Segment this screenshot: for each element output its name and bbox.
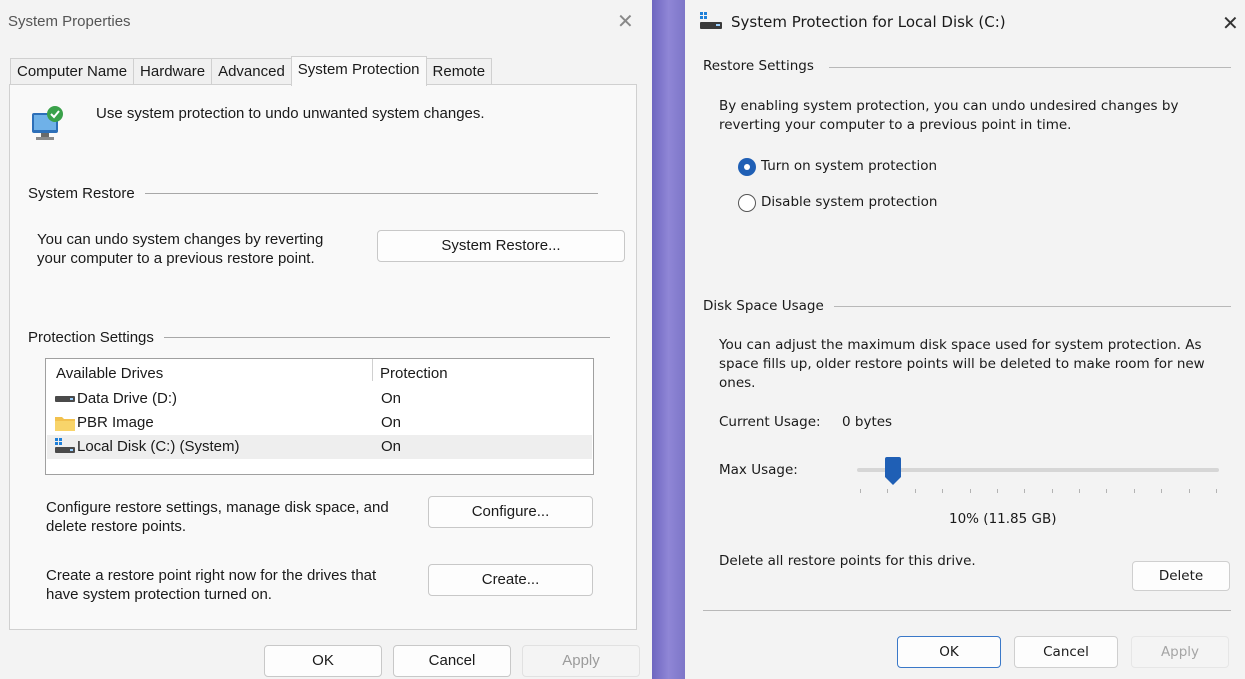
slider-tick xyxy=(1051,489,1053,493)
system-protection-drive-window: System Protection for Local Disk (C:) ✕ … xyxy=(685,0,1245,679)
max-usage-slider-track[interactable] xyxy=(857,468,1219,472)
cancel-button[interactable]: Cancel xyxy=(1014,636,1118,668)
slider-tick xyxy=(1024,489,1026,493)
column-divider xyxy=(372,359,373,381)
column-header-protection[interactable]: Protection xyxy=(380,365,448,382)
max-usage-value: 10% (11.85 GB) xyxy=(949,511,1057,527)
radio-label-disable[interactable]: Disable system protection xyxy=(761,193,937,212)
window-title: System Protection for Local Disk (C:) xyxy=(731,13,1006,31)
slider-tick xyxy=(887,489,889,493)
tab-hardware[interactable]: Hardware xyxy=(133,58,213,85)
drive-protection-status: On xyxy=(381,414,402,431)
tab-advanced[interactable]: Advanced xyxy=(211,58,292,85)
slider-tick xyxy=(1188,489,1190,493)
radio-disable-protection[interactable] xyxy=(738,194,756,212)
drive-protection-status: On xyxy=(381,390,402,407)
tab-remote[interactable]: Remote xyxy=(425,58,493,85)
slider-tick xyxy=(969,489,971,493)
system-restore-group-header: System Restore xyxy=(28,185,598,202)
apply-button[interactable]: Apply xyxy=(1131,636,1229,668)
drive-icon xyxy=(55,396,75,402)
disk-usage-description: You can adjust the maximum disk space us… xyxy=(719,337,1205,391)
drive-row[interactable]: PBR Image On xyxy=(47,411,592,435)
slider-tick xyxy=(1133,489,1135,493)
tab-bar: Computer Name Hardware Advanced System P… xyxy=(10,56,493,86)
slider-tick xyxy=(914,489,916,493)
system-restore-group-label: System Restore xyxy=(28,185,145,202)
group-divider xyxy=(829,67,1231,68)
radio-turn-on-protection[interactable] xyxy=(738,158,756,176)
system-restore-button[interactable]: System Restore... xyxy=(377,230,625,262)
slider-tick xyxy=(1161,489,1163,493)
restore-settings-group-label: Restore Settings xyxy=(703,58,814,74)
max-usage-slider-thumb[interactable] xyxy=(885,457,901,487)
drive-name: Data Drive (D:) xyxy=(77,390,178,407)
group-divider xyxy=(834,306,1231,307)
slider-tick xyxy=(860,489,861,493)
drive-list[interactable]: Available Drives Protection Data Drive (… xyxy=(45,358,594,475)
protection-settings-group-label: Protection Settings xyxy=(28,329,164,346)
drive-row-selected[interactable]: Local Disk (C:) (System) On xyxy=(47,435,592,459)
ok-button[interactable]: OK xyxy=(897,636,1001,668)
drive-row[interactable]: Data Drive (D:) On xyxy=(47,387,592,411)
drive-protection-status: On xyxy=(381,438,402,455)
slider-tick xyxy=(996,489,998,493)
slider-tick xyxy=(1079,489,1081,493)
drive-name: PBR Image xyxy=(77,414,154,431)
folder-icon xyxy=(55,417,75,431)
window-title: System Properties xyxy=(8,13,131,30)
group-divider xyxy=(163,337,610,338)
slider-tick xyxy=(1216,489,1217,493)
radio-label-turn-on[interactable]: Turn on system protection xyxy=(761,157,937,176)
intro-text: Use system protection to undo unwanted s… xyxy=(96,105,485,122)
current-usage-value: 0 bytes xyxy=(842,414,893,430)
protection-settings-group-header: Protection Settings xyxy=(28,329,610,346)
configure-button[interactable]: Configure... xyxy=(428,496,593,528)
group-divider xyxy=(144,193,598,194)
system-protection-icon xyxy=(32,106,63,140)
close-icon[interactable]: ✕ xyxy=(617,12,634,32)
system-drive-icon xyxy=(700,12,722,29)
restore-settings-description: By enabling system protection, you can u… xyxy=(719,98,1179,133)
create-button[interactable]: Create... xyxy=(428,564,593,596)
tab-computer-name[interactable]: Computer Name xyxy=(10,58,135,85)
footer-divider xyxy=(703,610,1231,611)
system-protection-panel: Use system protection to undo unwanted s… xyxy=(9,84,637,630)
close-icon[interactable]: ✕ xyxy=(1222,13,1239,33)
delete-button[interactable]: Delete xyxy=(1132,561,1230,591)
disk-usage-group-label: Disk Space Usage xyxy=(703,298,824,314)
max-usage-label: Max Usage: xyxy=(719,462,798,478)
apply-button[interactable]: Apply xyxy=(522,645,640,677)
screenshot-divider xyxy=(652,0,685,679)
tab-system-protection[interactable]: System Protection xyxy=(290,56,427,86)
ok-button[interactable]: OK xyxy=(264,645,382,677)
slider-tick xyxy=(942,489,944,493)
current-usage-label: Current Usage: xyxy=(719,414,821,430)
configure-description: Configure restore settings, manage disk … xyxy=(46,499,389,535)
slider-tick xyxy=(1106,489,1108,493)
system-drive-icon xyxy=(55,438,75,453)
delete-description: Delete all restore points for this drive… xyxy=(719,553,976,569)
system-properties-window: System Properties ✕ Computer Name Hardwa… xyxy=(0,0,652,679)
column-header-drives[interactable]: Available Drives xyxy=(56,365,163,382)
create-description: Create a restore point right now for the… xyxy=(46,567,377,603)
cancel-button[interactable]: Cancel xyxy=(393,645,511,677)
system-restore-description: You can undo system changes by reverting… xyxy=(37,231,324,267)
drive-name: Local Disk (C:) (System) xyxy=(77,438,240,455)
